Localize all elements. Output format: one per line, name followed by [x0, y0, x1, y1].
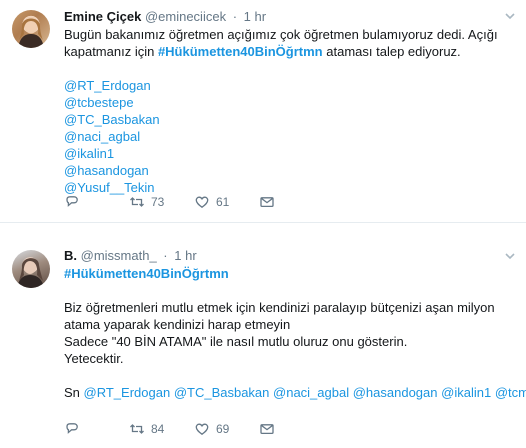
display-name[interactable]: Emine Çiçek: [64, 9, 141, 24]
mention-link[interactable]: @naci_agbal: [64, 129, 140, 144]
reply-button[interactable]: [64, 421, 129, 437]
text-line: Bugün bakanımız öğretmen açığımız çok öğ…: [64, 26, 516, 43]
text-line: @naci_agbal: [64, 128, 516, 145]
display-name[interactable]: B.: [64, 248, 77, 263]
like-button[interactable]: 61: [194, 194, 259, 210]
text-line: @RT_Erdogan: [64, 77, 516, 94]
direct-message-button[interactable]: [259, 421, 275, 437]
tweet-text: #Hükümetten40BinÖğrtmn Biz öğretmenleri m…: [64, 265, 526, 401]
reply-icon: [66, 423, 78, 434]
mention-link[interactable]: @hasandogan: [64, 163, 149, 178]
text-line: @tcbestepe: [64, 94, 516, 111]
retweet-button[interactable]: 84: [129, 421, 194, 437]
tweet-content: B. @missmath_ · 1 hr #Hükümetten40BinÖğr…: [64, 247, 526, 401]
tweet-header: B. @missmath_ · 1 hr: [64, 247, 516, 265]
mention-link[interactable]: @tcmeb: [495, 385, 526, 400]
tweet-text-segment: kapatmanız için: [64, 44, 158, 59]
user-handle[interactable]: @missmath_: [81, 248, 157, 263]
text-line: kapatmanız için #Hükümetten40BinÖğrtmn a…: [64, 43, 516, 60]
envelope-icon: [260, 424, 274, 435]
hashtag-link[interactable]: #Hükümetten40BinÖğrtmn: [64, 266, 229, 281]
tweet-text-segment: Sn: [64, 385, 84, 400]
mention-link[interactable]: @RT_Erdogan: [64, 78, 151, 93]
text-line: atama yaparak kendinizi harap etmeyin: [64, 316, 516, 333]
mention-link[interactable]: @Yusuf__Tekin: [64, 180, 155, 195]
envelope-icon: [260, 197, 274, 208]
avatar[interactable]: [12, 250, 50, 288]
retweet-icon: [130, 424, 144, 434]
heart-icon: [195, 423, 209, 436]
direct-message-button[interactable]: [259, 194, 275, 210]
text-line: Sadece "40 BİN ATAMA" ile nasıl mutlu ol…: [64, 333, 516, 350]
text-line: Biz öğretmenleri mutlu etmek için kendin…: [64, 299, 516, 316]
avatar[interactable]: [12, 10, 50, 48]
mention-link[interactable]: @RT_Erdogan: [84, 385, 171, 400]
text-line: Sn @RT_Erdogan @TC_Basbakan @naci_agbal …: [64, 384, 526, 401]
separator-dot: ·: [232, 9, 238, 24]
text-line: @TC_Basbakan: [64, 111, 516, 128]
mention-link[interactable]: @TC_Basbakan: [174, 385, 270, 400]
mention-link[interactable]: @hasandogan: [353, 385, 438, 400]
retweet-button[interactable]: 73: [129, 194, 194, 210]
text-line: Yetecektir.: [64, 350, 516, 367]
tweet-header: Emine Çiçek @emineciicek · 1 hr: [64, 8, 516, 26]
reply-icon: [66, 196, 78, 207]
tweet-text-segment: ataması talep ediyoruz.: [322, 44, 461, 59]
mention-link[interactable]: @TC_Basbakan: [64, 112, 160, 127]
hashtag-link[interactable]: #Hükümetten40BinÖğrtmn: [158, 44, 323, 59]
retweet-count: 84: [151, 422, 165, 436]
separator-dot: ·: [163, 248, 168, 263]
tweet-text-segment: Sadece "40 BİN ATAMA" ile nasıl mutlu ol…: [64, 334, 408, 349]
tweet-actions: 73 61: [64, 194, 275, 210]
heart-icon: [195, 196, 209, 209]
mention-link[interactable]: @naci_agbal: [273, 385, 349, 400]
like-count: 69: [216, 422, 230, 436]
text-line: #Hükümetten40BinÖğrtmn: [64, 265, 516, 282]
tweet-actions: 84 69: [64, 421, 275, 437]
text-line: @ikalin1: [64, 145, 516, 162]
reply-button[interactable]: [64, 194, 129, 210]
retweet-count: 73: [151, 195, 165, 209]
tweet-text-segment: atama yaparak kendinizi harap etmeyin: [64, 317, 291, 332]
mention-link[interactable]: @tcbestepe: [64, 95, 134, 110]
tweet-text-segment: Yetecektir.: [64, 351, 124, 366]
timestamp[interactable]: 1 hr: [244, 9, 266, 24]
user-handle[interactable]: @emineciicek: [145, 9, 226, 24]
tweet-text-segment: Bugün bakanımız öğretmen açığımız çok öğ…: [64, 27, 498, 42]
tweet-text: Bugün bakanımız öğretmen açığımız çok öğ…: [64, 26, 516, 196]
avatar-image: [17, 258, 44, 288]
avatar-image: [18, 16, 44, 48]
like-count: 61: [216, 195, 230, 209]
tweet[interactable]: B. @missmath_ · 1 hr #Hükümetten40BinÖğr…: [0, 224, 526, 448]
tweet[interactable]: Emine Çiçek @emineciicek · 1 hr Bugün ba…: [0, 0, 526, 223]
retweet-icon: [130, 197, 144, 207]
like-button[interactable]: 69: [194, 421, 259, 437]
text-line: @hasandogan: [64, 162, 516, 179]
timestamp[interactable]: 1 hr: [174, 248, 196, 263]
tweet-content: Emine Çiçek @emineciicek · 1 hr Bugün ba…: [64, 8, 516, 196]
mention-link[interactable]: @ikalin1: [441, 385, 491, 400]
tweet-text-segment: Biz öğretmenleri mutlu etmek için kendin…: [64, 300, 495, 315]
mention-link[interactable]: @ikalin1: [64, 146, 114, 161]
